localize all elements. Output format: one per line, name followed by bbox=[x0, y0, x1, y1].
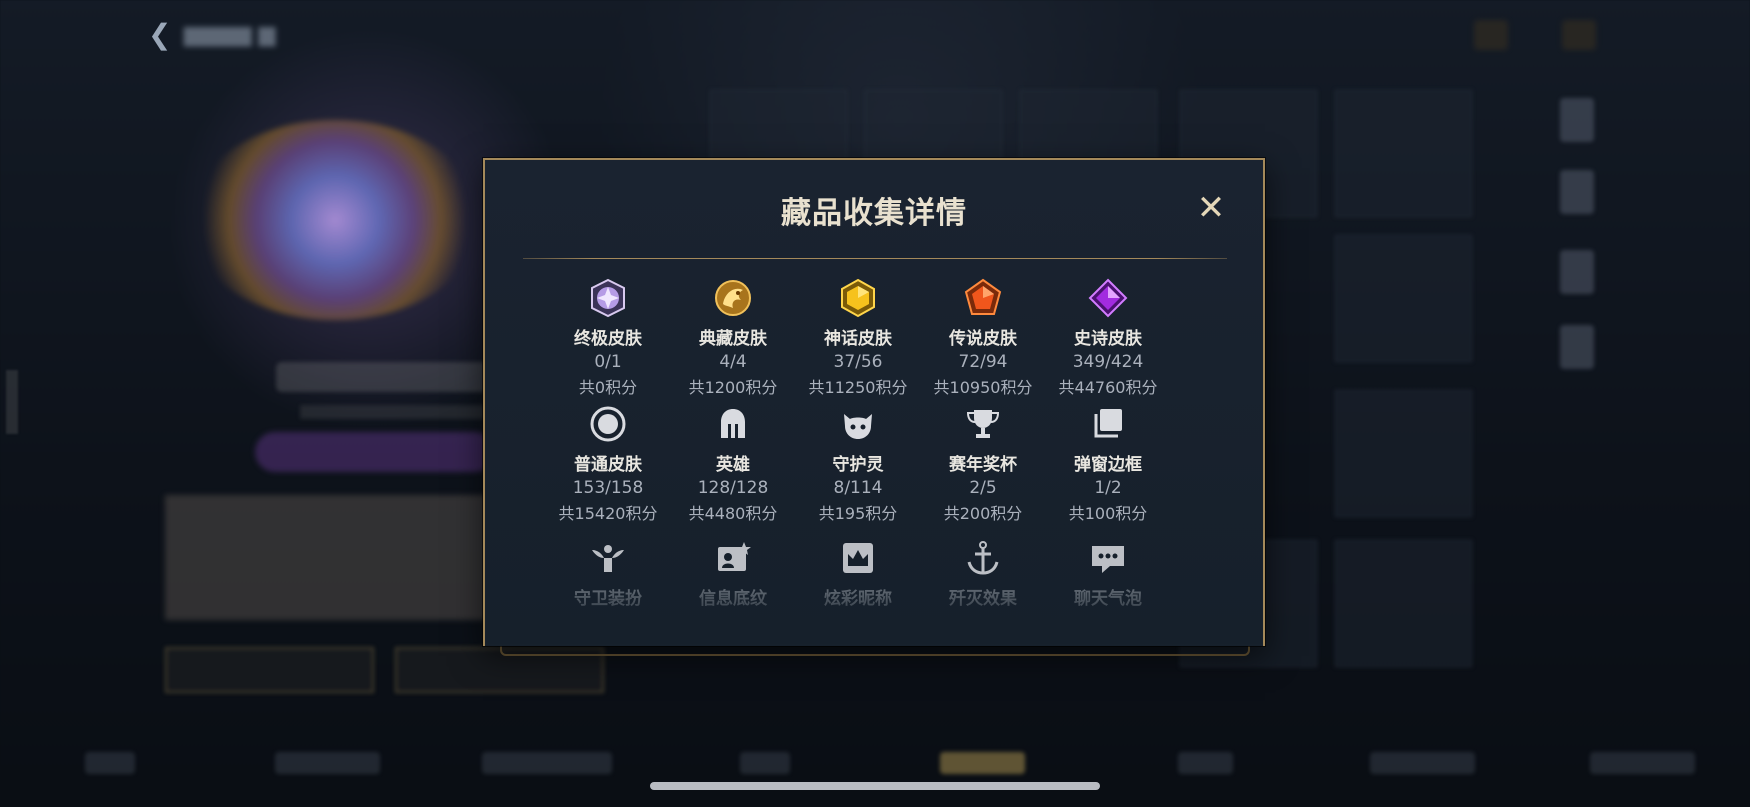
collection-item-annihilation-effect[interactable]: 歼灭效果 bbox=[918, 538, 1048, 609]
item-name: 终极皮肤 bbox=[574, 329, 642, 349]
blurred-profile-badge bbox=[255, 432, 495, 472]
blurred-side-text bbox=[6, 370, 18, 434]
item-name: 典藏皮肤 bbox=[699, 329, 767, 349]
normal-skin-ring-icon bbox=[590, 406, 626, 442]
item-points: 共44760积分 bbox=[1058, 378, 1158, 397]
close-button[interactable]: ✕ bbox=[1191, 188, 1231, 228]
item-count: 72/94 bbox=[958, 352, 1008, 372]
item-count: 2/5 bbox=[969, 478, 997, 498]
annihilation-effect-icon bbox=[967, 541, 999, 575]
mythic-skin-gem-icon bbox=[841, 278, 875, 318]
colorful-nickname-icon bbox=[843, 543, 873, 573]
blurred-profile-name bbox=[276, 362, 506, 392]
collection-item-collection-skin[interactable]: 典藏皮肤 4/4 共1200积分 bbox=[668, 278, 798, 398]
item-points: 共11250积分 bbox=[808, 378, 908, 397]
item-name: 英雄 bbox=[716, 455, 750, 475]
blurred-bottom-tab[interactable] bbox=[740, 752, 790, 774]
modal-base-decoration bbox=[500, 646, 1250, 656]
modal-title: 藏品收集详情 bbox=[781, 196, 967, 231]
legend-skin-gem-icon bbox=[964, 278, 1002, 315]
collection-item-normal-skin[interactable]: 普通皮肤 153/158 共15420积分 bbox=[543, 404, 673, 524]
item-name: 史诗皮肤 bbox=[1074, 329, 1142, 349]
item-count: 1/2 bbox=[1094, 478, 1122, 498]
blurred-bottom-tab[interactable] bbox=[1178, 752, 1233, 774]
blurred-bottom-tab-active[interactable] bbox=[940, 752, 1025, 774]
blurred-tile bbox=[1335, 90, 1472, 217]
item-points: 共195积分 bbox=[818, 504, 898, 523]
item-name: 弹窗边框 bbox=[1074, 455, 1142, 475]
home-indicator[interactable] bbox=[650, 782, 1100, 790]
collection-item-hero[interactable]: 英雄 128/128 共4480积分 bbox=[668, 404, 798, 524]
item-count: 153/158 bbox=[572, 478, 644, 498]
item-count: 8/114 bbox=[833, 478, 883, 498]
item-points: 共15420积分 bbox=[558, 504, 658, 523]
collection-item-guardian-spirit[interactable]: 守护灵 8/114 共195积分 bbox=[793, 404, 923, 524]
collection-item-legend-skin[interactable]: 传说皮肤 72/94 共10950积分 bbox=[918, 278, 1048, 398]
item-name: 歼灭效果 bbox=[949, 589, 1017, 609]
mail-icon[interactable] bbox=[1474, 20, 1508, 50]
item-name: 聊天气泡 bbox=[1074, 589, 1142, 609]
item-points: 共4480积分 bbox=[688, 504, 778, 523]
blurred-bottom-tab[interactable] bbox=[1370, 752, 1475, 774]
blurred-page-title: ▆▆▆▆ ▆ bbox=[184, 22, 276, 47]
item-count: 4/4 bbox=[719, 352, 747, 372]
back-arrow-icon[interactable]: ❮ bbox=[148, 18, 182, 52]
collection-item-popup-frame[interactable]: 弹窗边框 1/2 共100积分 bbox=[1043, 404, 1173, 524]
collection-item-mythic-skin[interactable]: 神话皮肤 37/56 共11250积分 bbox=[793, 278, 923, 398]
item-points: 共1200积分 bbox=[688, 378, 778, 397]
blurred-side-icon[interactable] bbox=[1560, 250, 1594, 294]
guard-costume-icon bbox=[592, 545, 624, 572]
guardian-spirit-icon bbox=[844, 414, 872, 439]
item-name: 普通皮肤 bbox=[574, 455, 642, 475]
popup-frame-icon bbox=[1094, 409, 1122, 438]
hero-helmet-icon bbox=[721, 409, 745, 438]
info-background-icon bbox=[718, 542, 751, 571]
blurred-left-button-1[interactable] bbox=[165, 647, 374, 693]
avatar-frame bbox=[190, 120, 480, 320]
share-icon[interactable] bbox=[1562, 20, 1596, 50]
blurred-tile bbox=[1335, 235, 1472, 362]
blurred-bottom-tab[interactable] bbox=[85, 752, 135, 774]
collection-skin-dragon-icon bbox=[715, 280, 751, 316]
item-name: 信息底纹 bbox=[699, 589, 767, 609]
collection-item-colorful-nickname[interactable]: 炫彩昵称 bbox=[793, 538, 923, 609]
item-points: 共100积分 bbox=[1068, 504, 1148, 523]
item-name: 炫彩昵称 bbox=[824, 589, 892, 609]
epic-skin-gem-icon bbox=[1088, 278, 1128, 318]
chat-bubble-icon bbox=[1092, 546, 1124, 573]
collection-item-guard-costume[interactable]: 守卫装扮 bbox=[543, 538, 673, 609]
item-name: 神话皮肤 bbox=[824, 329, 892, 349]
item-count: 128/128 bbox=[697, 478, 769, 498]
collection-item-chat-bubble[interactable]: 聊天气泡 bbox=[1043, 538, 1173, 609]
blurred-tile bbox=[1335, 540, 1472, 667]
item-points: 共10950积分 bbox=[933, 378, 1033, 397]
collection-item-season-trophy[interactable]: 赛年奖杯 2/5 共200积分 bbox=[918, 404, 1048, 524]
ultimate-skin-gem-icon bbox=[591, 278, 625, 318]
blurred-side-icon[interactable] bbox=[1560, 98, 1594, 142]
collection-item-ultimate-skin[interactable]: 终极皮肤 0/1 共0积分 bbox=[543, 278, 673, 398]
blurred-showcase-card bbox=[165, 495, 510, 620]
item-count: 0/1 bbox=[594, 352, 622, 372]
blurred-profile-subtitle bbox=[300, 405, 500, 419]
item-name: 传说皮肤 bbox=[949, 329, 1017, 349]
title-divider bbox=[523, 258, 1227, 259]
collection-item-info-background[interactable]: 信息底纹 bbox=[668, 538, 798, 609]
item-count: 37/56 bbox=[833, 352, 883, 372]
collection-item-epic-skin[interactable]: 史诗皮肤 349/424 共44760积分 bbox=[1043, 278, 1173, 398]
item-name: 守卫装扮 bbox=[574, 589, 642, 609]
item-count: 349/424 bbox=[1072, 352, 1144, 372]
item-name: 守护灵 bbox=[832, 455, 884, 475]
blurred-side-icon[interactable] bbox=[1560, 170, 1594, 214]
blurred-bottom-tab[interactable] bbox=[482, 752, 612, 774]
item-name: 赛年奖杯 bbox=[949, 455, 1017, 475]
blurred-tile bbox=[1335, 390, 1472, 517]
blurred-bottom-tab[interactable] bbox=[275, 752, 380, 774]
item-points: 共0积分 bbox=[578, 378, 638, 397]
item-points: 共200积分 bbox=[943, 504, 1023, 523]
blurred-side-icon[interactable] bbox=[1560, 325, 1594, 369]
collection-details-modal: 藏品收集详情 ✕ 终极皮肤 0/1 共0积分 典藏皮肤 4/4 共1200积分 … bbox=[483, 158, 1265, 646]
trophy-icon bbox=[966, 410, 1000, 438]
blurred-bottom-tab[interactable] bbox=[1590, 752, 1695, 774]
